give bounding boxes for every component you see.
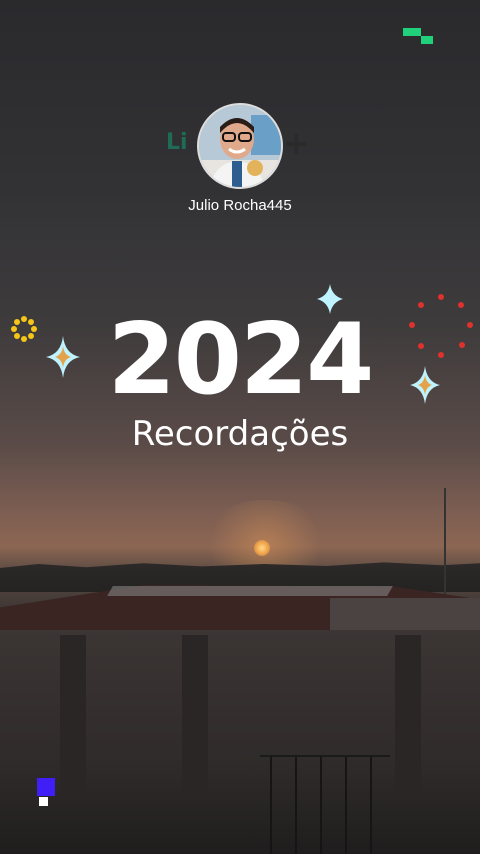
wall-pillar bbox=[60, 635, 86, 795]
year-title: 2024 bbox=[107, 303, 375, 417]
pixel-decoration-green bbox=[403, 28, 437, 48]
background-logo-text: Li bbox=[166, 130, 188, 155]
avatar[interactable] bbox=[197, 103, 283, 189]
sun bbox=[254, 540, 270, 556]
wall-pillar bbox=[182, 635, 208, 795]
railing bbox=[260, 755, 390, 854]
memories-subtitle: Recordações bbox=[131, 414, 349, 454]
plus-icon: + bbox=[283, 124, 310, 162]
pixel-decoration-purple bbox=[37, 778, 55, 806]
username: Julio Rocha445 bbox=[188, 197, 292, 214]
antenna bbox=[444, 488, 446, 598]
wall-pillar bbox=[395, 635, 421, 795]
roof-ridge bbox=[107, 586, 393, 596]
avatar-image bbox=[199, 105, 281, 187]
